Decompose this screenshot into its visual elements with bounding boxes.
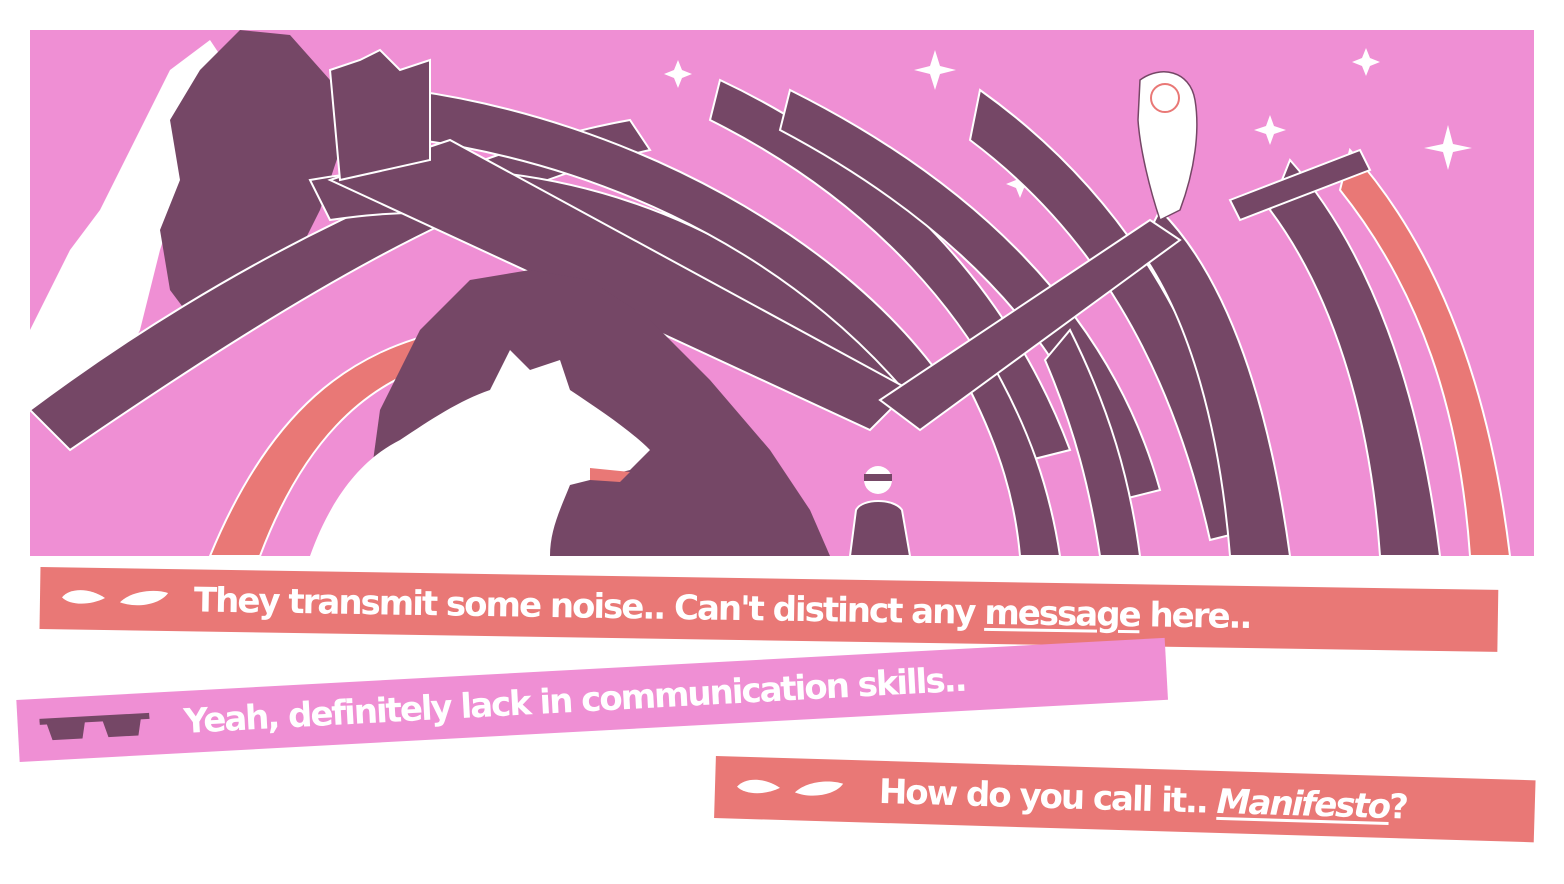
dialogue-bar-1: They transmit some noise.. Can't distinc…: [39, 567, 1499, 652]
dialogue-line-2: Yeah, definitely lack in communication s…: [182, 659, 967, 742]
wolf-eyes-icon: [60, 583, 170, 615]
dialogue-bar-3: How do you call it.. Manifesto?: [714, 756, 1536, 843]
ruined-arches-scene: [30, 30, 1534, 556]
wolf-eyes-icon: [735, 773, 846, 806]
comic-panel-illustration: [30, 30, 1534, 556]
sunglasses-icon: [39, 709, 150, 745]
dialogue-line-1: They transmit some noise.. Can't distinc…: [193, 580, 1251, 638]
ruined-tower: [328, 48, 431, 182]
dialogue-bar-2: Yeah, definitely lack in communication s…: [16, 637, 1168, 762]
dialogue-line-3: How do you call it.. Manifesto?: [878, 771, 1408, 828]
